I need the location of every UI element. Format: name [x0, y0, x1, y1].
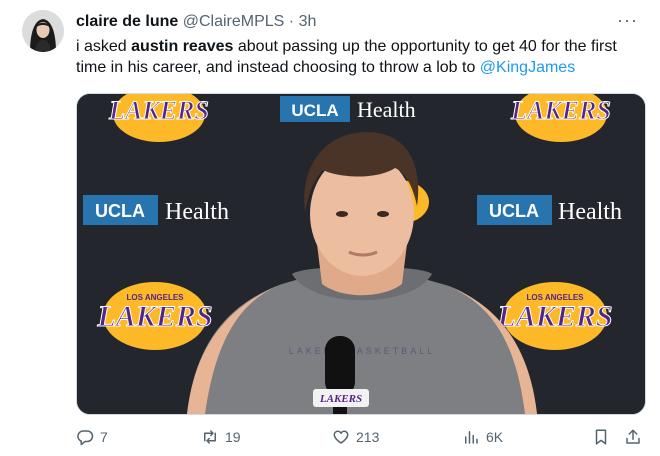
tweet-media-image[interactable]: LAKERS LAKERS UCLA Health UCLA Health UC…	[76, 93, 646, 415]
ucla-text: UCLA	[489, 201, 539, 221]
share-icon	[626, 429, 640, 444]
tweet-text-part1: i asked	[76, 38, 132, 55]
avatar-image	[22, 10, 64, 52]
health-text: Health	[357, 97, 416, 122]
lakers-wordmark: LAKERS	[96, 300, 212, 333]
reply-button[interactable]: 7	[76, 428, 108, 446]
lakers-wordmark: LAKERS	[496, 300, 612, 333]
bookmark-icon	[595, 429, 607, 445]
tweet-card: claire de lune @ClaireMPLS · 3h ··· i as…	[0, 0, 660, 456]
retweet-icon	[204, 430, 216, 444]
ucla-health-logo: UCLA Health	[477, 195, 622, 225]
view-count: 6K	[486, 429, 504, 445]
lakers-wordmark: LAKERS	[510, 96, 611, 125]
tweet-text-bold: austin reaves	[131, 38, 234, 55]
bookmark-button[interactable]	[592, 428, 616, 446]
tweet-header: claire de lune @ClaireMPLS · 3h	[76, 12, 316, 32]
tweet-text: i asked austin reaves about passing up t…	[76, 36, 642, 78]
views-chart-icon	[465, 431, 478, 444]
health-text: Health	[558, 199, 622, 225]
views-button[interactable]: 6K	[462, 428, 503, 446]
ucla-text: UCLA	[95, 201, 145, 221]
timestamp[interactable]: 3h	[299, 13, 317, 30]
tweet-actions: 7 19 213 6K	[76, 428, 644, 450]
reply-count: 7	[100, 429, 108, 445]
retweet-count: 19	[225, 429, 241, 445]
mention-link[interactable]: @KingJames	[480, 59, 575, 76]
mic-label: LAKERS	[319, 393, 362, 405]
like-button[interactable]: 213	[332, 428, 379, 446]
user-handle[interactable]: @ClaireMPLS	[183, 13, 285, 30]
lakers-wordmark: LAKERS	[108, 96, 209, 125]
share-button[interactable]	[624, 428, 648, 446]
ucla-health-logo: UCLA Health	[280, 96, 416, 122]
reply-icon	[77, 430, 94, 446]
health-text: Health	[165, 199, 229, 225]
heart-icon	[333, 430, 349, 444]
avatar[interactable]	[22, 10, 64, 52]
more-options-icon[interactable]: ···	[617, 10, 638, 31]
ucla-health-logo: UCLA Health	[83, 195, 229, 225]
display-name[interactable]: claire de lune	[76, 13, 178, 30]
like-count: 213	[356, 429, 380, 445]
shirt-text: LAKERS BASKETBALL	[289, 346, 436, 356]
ucla-text: UCLA	[291, 101, 338, 120]
separator-dot: ·	[288, 13, 295, 30]
press-conference-photo: LAKERS LAKERS UCLA Health UCLA Health UC…	[77, 94, 645, 414]
retweet-button[interactable]: 19	[201, 428, 241, 446]
